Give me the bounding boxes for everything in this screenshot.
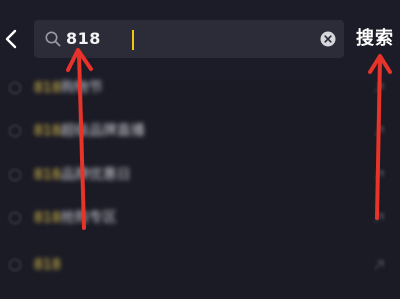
- suggestion-item[interactable]: 818购物节: [0, 70, 400, 106]
- search-input[interactable]: 818: [34, 20, 344, 58]
- fill-arrow-icon[interactable]: [372, 258, 386, 272]
- fill-arrow-icon[interactable]: [372, 168, 386, 182]
- fill-arrow-icon[interactable]: [372, 211, 386, 225]
- suggestion-text: 抢购专区: [60, 210, 117, 226]
- suggestion-highlight: 818: [34, 257, 61, 273]
- suggestion-highlight: 818: [34, 123, 61, 139]
- suggestion-item[interactable]: 818品牌优惠日: [0, 157, 400, 193]
- fill-arrow-icon[interactable]: [372, 124, 386, 138]
- clear-icon[interactable]: [320, 31, 336, 47]
- back-button[interactable]: [0, 22, 22, 56]
- search-button[interactable]: 搜索: [356, 22, 394, 56]
- search-icon: [45, 31, 61, 47]
- suggestion-item[interactable]: 818超级品牌直播: [0, 113, 400, 149]
- suggestion-item[interactable]: 818抢购专区: [0, 200, 400, 236]
- search-input-value: 818: [66, 29, 101, 48]
- text-caret: [132, 30, 134, 50]
- suggestion-highlight: 818: [34, 167, 61, 183]
- history-icon: [9, 259, 21, 271]
- suggestion-item[interactable]: 818: [0, 247, 400, 283]
- suggestion-highlight: 818: [34, 210, 61, 226]
- history-icon: [9, 82, 21, 94]
- history-icon: [9, 212, 21, 224]
- back-chevron-icon: [5, 29, 17, 49]
- suggestion-text: 超级品牌直播: [60, 123, 145, 139]
- fill-arrow-icon[interactable]: [372, 81, 386, 95]
- history-icon: [9, 125, 21, 137]
- suggestion-text: 品牌优惠日: [60, 167, 131, 183]
- suggestion-text: 购物节: [60, 80, 103, 96]
- suggestion-highlight: 818: [34, 80, 61, 96]
- history-icon: [9, 169, 21, 181]
